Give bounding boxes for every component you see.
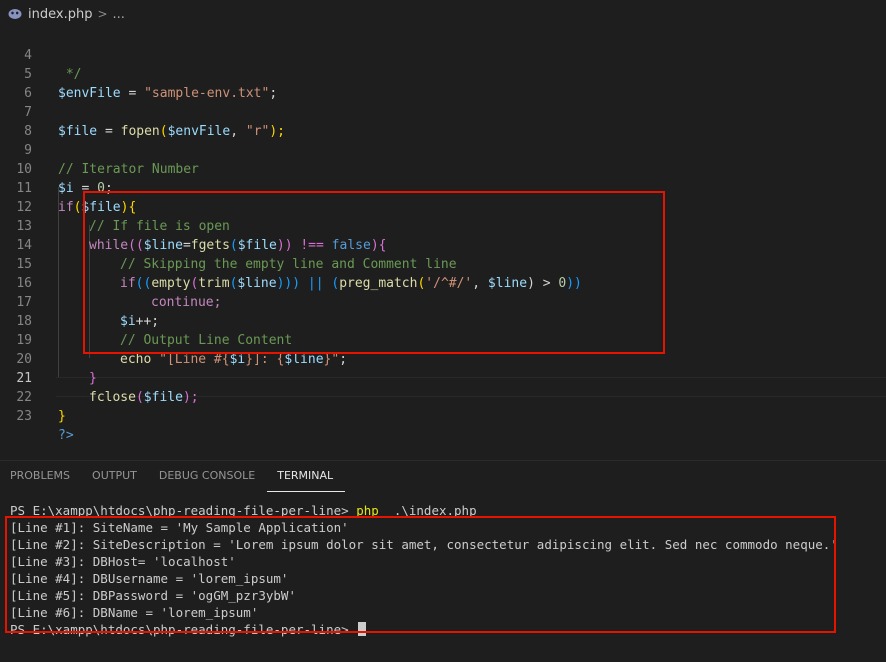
code-line: 11 if($file){ — [0, 160, 886, 215]
php-file-icon — [8, 9, 22, 19]
breadcrumb: index.php > ... — [0, 0, 886, 28]
code-line: 9 // Iterator Number — [0, 122, 886, 177]
panel-divider — [0, 460, 886, 461]
panel-tabs: PROBLEMS OUTPUT DEBUG CONSOLE TERMINAL — [0, 462, 346, 492]
code-line: 4 */ — [0, 27, 886, 82]
code-line: 10 $i = 0; — [0, 141, 886, 196]
code-line: 8 — [0, 103, 886, 139]
tab-terminal[interactable]: TERMINAL — [267, 462, 346, 492]
breadcrumb-file[interactable]: index.php — [28, 7, 92, 22]
breadcrumb-separator: > — [97, 7, 108, 21]
code-line: 5 $envFile = "sample-env.txt"; — [0, 46, 886, 101]
code-line: 22 } — [0, 369, 886, 424]
tab-problems[interactable]: PROBLEMS — [0, 462, 82, 492]
highlight-box-code — [83, 191, 665, 354]
tab-output[interactable]: OUTPUT — [82, 462, 149, 492]
highlight-box-terminal — [5, 516, 836, 633]
breadcrumb-more[interactable]: ... — [113, 7, 125, 22]
code-line: 6 — [0, 65, 886, 101]
code-line: 7 $file = fopen($envFile, "r"); — [0, 84, 886, 139]
code-line: 23 ?> — [0, 388, 886, 443]
tab-debug-console[interactable]: DEBUG CONSOLE — [149, 462, 267, 492]
line-number: 23 — [16, 409, 32, 424]
